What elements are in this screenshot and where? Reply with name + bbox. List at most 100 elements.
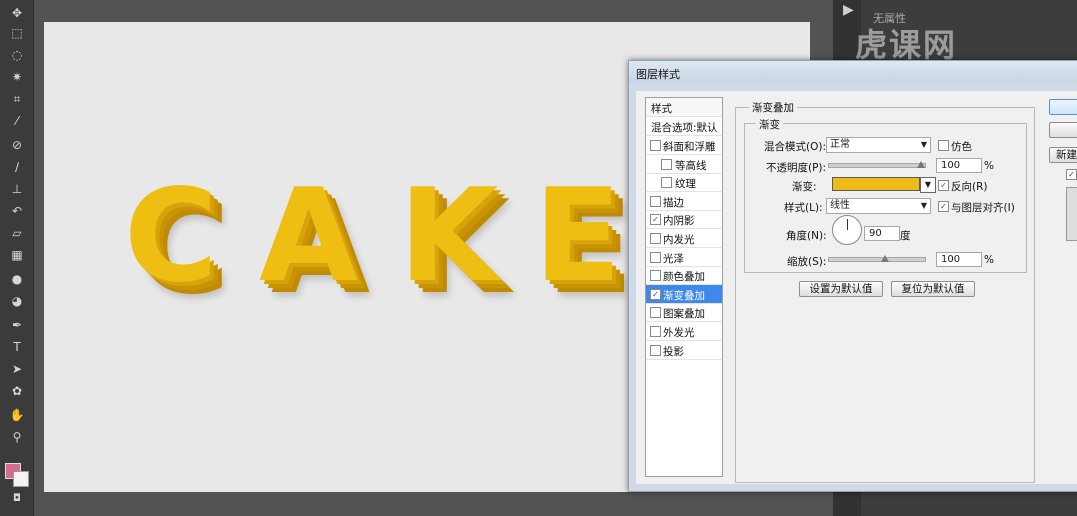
style-item[interactable]: 图案叠加	[646, 303, 722, 323]
scale-label: 缩放(S):	[787, 256, 827, 268]
style-item-checkbox[interactable]: ✓	[650, 288, 661, 300]
style-item-checkbox[interactable]	[650, 326, 661, 337]
style-item[interactable]: 颜色叠加	[646, 266, 722, 286]
angle-input[interactable]: 90	[864, 226, 900, 241]
chevron-down-icon: ▼	[920, 140, 927, 149]
angle-unit: 度	[900, 230, 911, 242]
layer-style-dialog: 图层样式 样式 混合选项:默认 斜面和浮雕 等高线 纹理 描边 ✓ 内阴影 内发光 光泽 颜色叠…	[628, 60, 1077, 492]
path-select-icon[interactable]: ➤	[6, 360, 28, 378]
gradient-swatch[interactable]	[832, 177, 920, 191]
style-item[interactable]: ✓ 渐变叠加	[646, 284, 722, 304]
clone-stamp-icon[interactable]: ⊥	[6, 180, 28, 198]
styles-header[interactable]: 样式	[646, 98, 722, 117]
cancel-button[interactable]	[1049, 122, 1077, 138]
opacity-slider[interactable]	[828, 161, 926, 168]
lasso-icon[interactable]: ◌	[6, 46, 28, 64]
angle-dial[interactable]	[832, 215, 862, 245]
preview-checkbox[interactable]: ✓	[1066, 169, 1077, 180]
dialog-frame: 样式 混合选项:默认 斜面和浮雕 等高线 纹理 描边 ✓ 内阴影 内发光 光泽 颜色叠加 ✓ 渐变叠…	[629, 83, 1077, 491]
marquee-icon[interactable]: ⬚	[6, 24, 28, 42]
dither-checkbox[interactable]	[938, 140, 949, 151]
letter-a: A	[259, 162, 359, 311]
opacity-input[interactable]: 100	[936, 158, 982, 173]
ok-button[interactable]	[1049, 99, 1077, 115]
style-item-checkbox[interactable]	[650, 307, 661, 319]
scale-slider[interactable]	[828, 255, 926, 262]
blend-mode-select[interactable]: 正常 ▼	[826, 137, 931, 153]
style-item-checkbox[interactable]	[650, 270, 661, 282]
zoom-icon[interactable]: ⚲	[6, 428, 28, 446]
blur-icon[interactable]: ●	[6, 270, 28, 288]
style-item[interactable]: 外发光	[646, 322, 722, 341]
pen-icon[interactable]: ✒	[6, 316, 28, 334]
align-checkbox[interactable]: ✓	[938, 201, 949, 212]
style-item[interactable]: ✓ 内阴影	[646, 210, 722, 230]
chevron-down-icon: ▼	[920, 201, 927, 210]
style-item-label: 颜色叠加	[663, 271, 705, 284]
style-item-checkbox[interactable]	[650, 251, 661, 263]
eraser-icon[interactable]: ▱	[6, 224, 28, 242]
gradient-icon[interactable]: ▦	[6, 246, 28, 264]
quick-mask-icon[interactable]: ◘	[6, 490, 28, 508]
style-item-label: 斜面和浮雕	[663, 141, 716, 153]
styles-header-label: 样式	[651, 103, 672, 115]
scale-input[interactable]: 100	[936, 252, 982, 267]
move-icon[interactable]: ✥	[6, 4, 28, 22]
magic-wand-icon[interactable]: ✷	[6, 68, 28, 86]
reset-default-button[interactable]: 复位为默认值	[891, 281, 975, 297]
style-item-checkbox[interactable]	[661, 177, 672, 189]
style-item-checkbox[interactable]	[661, 158, 672, 170]
crop-icon[interactable]: ⌗	[6, 90, 28, 108]
hand-icon[interactable]: ✋	[6, 406, 28, 424]
dodge-icon[interactable]: ◕	[6, 292, 28, 310]
brush-icon[interactable]: ∕	[6, 158, 28, 176]
styles-list: 样式 混合选项:默认 斜面和浮雕 等高线 纹理 描边 ✓ 内阴影 内发光 光泽 颜色叠加 ✓ 渐变叠…	[645, 97, 723, 477]
gradient-label: 渐变:	[792, 181, 817, 193]
opacity-slider-thumb[interactable]	[917, 161, 925, 168]
blend-mode-value: 正常	[830, 139, 850, 150]
angle-needle	[847, 219, 848, 230]
scale-unit: %	[984, 254, 994, 266]
style-item[interactable]: 斜面和浮雕	[646, 136, 722, 155]
style-item-label: 等高线	[675, 159, 707, 172]
dialog-title: 图层样式	[636, 68, 680, 81]
align-label: 与图层对齐(I)	[951, 202, 1015, 214]
style-item[interactable]: 光泽	[646, 248, 722, 267]
style-item-label: 外发光	[663, 327, 695, 339]
section-title: 渐变叠加	[749, 100, 797, 115]
style-item[interactable]: 描边	[646, 192, 722, 211]
style-select[interactable]: 线性 ▼	[826, 198, 931, 214]
eyedropper-icon[interactable]: ⁄	[6, 112, 28, 130]
style-item-checkbox[interactable]: ✓	[650, 214, 661, 226]
letter-k: K	[399, 162, 499, 311]
new-style-button[interactable]: 新建	[1049, 147, 1077, 163]
play-icon[interactable]: ▶	[843, 2, 854, 18]
gradient-dropdown-button[interactable]: ▼	[920, 177, 936, 193]
preview-thumbnail	[1066, 187, 1077, 241]
style-item-checkbox[interactable]	[650, 195, 661, 207]
background-color-swatch[interactable]	[13, 471, 29, 487]
reverse-checkbox[interactable]: ✓	[938, 180, 949, 191]
style-item[interactable]: 投影	[646, 341, 722, 360]
shape-icon[interactable]: ✿	[6, 382, 28, 400]
scale-slider-thumb[interactable]	[881, 255, 889, 262]
style-value: 线性	[830, 200, 850, 211]
style-item-label: 内发光	[663, 234, 695, 246]
style-item[interactable]: 纹理	[646, 173, 722, 193]
dither-label: 仿色	[951, 141, 972, 153]
opacity-label: 不透明度(P):	[766, 162, 827, 174]
dialog-titlebar[interactable]: 图层样式	[629, 61, 1077, 84]
style-item[interactable]: 等高线	[646, 155, 722, 174]
style-item[interactable]: 内发光	[646, 229, 722, 248]
type-icon[interactable]: T	[6, 338, 28, 356]
style-item-checkbox[interactable]	[650, 140, 661, 151]
history-brush-icon[interactable]: ↶	[6, 202, 28, 220]
style-item-label: 光泽	[663, 252, 684, 265]
blend-options-item[interactable]: 混合选项:默认	[646, 117, 722, 136]
style-item-label: 内阴影	[663, 215, 695, 228]
style-item-checkbox[interactable]	[650, 233, 661, 244]
blend-options-label: 混合选项:默认	[651, 122, 718, 134]
style-item-checkbox[interactable]	[650, 344, 661, 356]
set-default-button[interactable]: 设置为默认值	[799, 281, 883, 297]
healing-brush-icon[interactable]: ⊘	[6, 136, 28, 154]
